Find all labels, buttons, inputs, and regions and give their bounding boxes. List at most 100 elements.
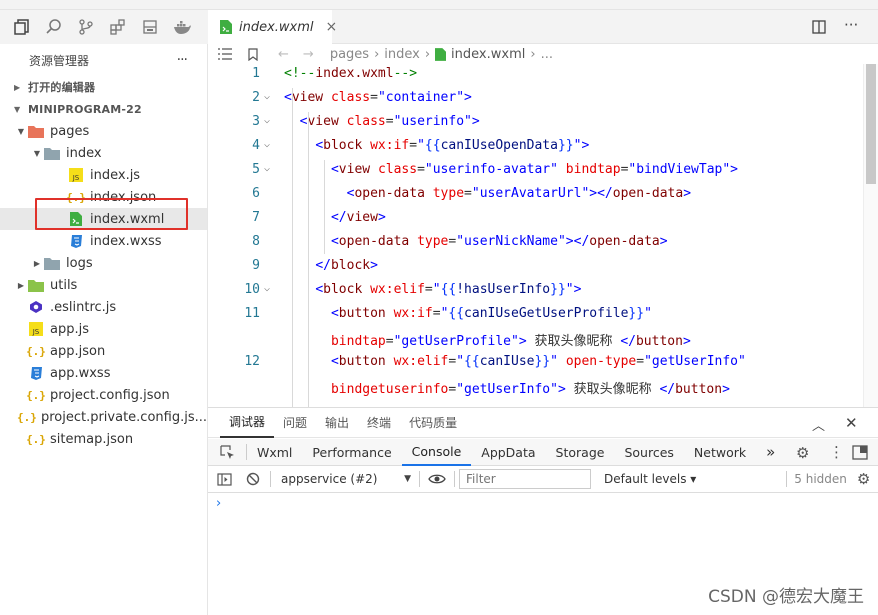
open-editors-label: 打开的编辑器: [28, 81, 96, 94]
svg-text:JS: JS: [72, 174, 80, 182]
tab-index-wxml[interactable]: index.wxml ×: [208, 10, 337, 44]
filter-input[interactable]: [459, 469, 591, 489]
tree-item-eslintrc-js[interactable]: .eslintrc.js: [0, 296, 207, 318]
code-line: <view class="container">: [284, 90, 472, 105]
context-label: appservice (#2): [281, 472, 378, 486]
tab-code-quality[interactable]: 代码质量: [400, 408, 466, 438]
tab-console[interactable]: Console: [401, 439, 472, 466]
extensions-icon[interactable]: [104, 13, 132, 41]
breadcrumb-item[interactable]: ...: [541, 47, 553, 62]
explorer-sidebar: 资源管理器 ··· ▶ 打开的编辑器 ▼ MINIPROGRAM-22 ▼ pag…: [0, 44, 208, 615]
tree-item-app-js[interactable]: JS app.js: [0, 318, 207, 340]
folder-utils-icon: [28, 277, 44, 293]
split-editor-icon[interactable]: [812, 20, 826, 38]
line-number: 9: [252, 258, 260, 273]
console-toolbar: appservice (#2) ▼ Default levels ▾ 5 hid…: [208, 466, 878, 493]
tab-terminal[interactable]: 终端: [358, 408, 400, 438]
chevron-right-icon: ▶: [33, 258, 41, 268]
tree-item-index-js[interactable]: JS index.js: [0, 164, 207, 186]
tab-debugger[interactable]: 调试器: [220, 408, 275, 438]
tab-wxml[interactable]: Wxml: [247, 439, 302, 466]
json-file-icon: {.}: [17, 410, 37, 424]
editor-scroll-thumb[interactable]: [866, 64, 876, 184]
back-arrow-icon[interactable]: ←: [278, 47, 289, 62]
sidebar-toggle-icon[interactable]: [217, 472, 232, 486]
tree-item-index[interactable]: ▼ index: [0, 142, 207, 164]
line-number: 1: [252, 66, 260, 81]
line-number: 6: [252, 186, 260, 201]
dropdown-arrow-icon: ▼: [404, 474, 411, 484]
line-number: 3: [252, 114, 260, 129]
code-line: <button wx:elif="{{canIUse}}" open-type=…: [330, 354, 746, 369]
tab-appdata[interactable]: AppData: [471, 439, 545, 466]
tab-performance[interactable]: Performance: [302, 439, 401, 466]
line-number: 4: [252, 138, 260, 153]
clear-console-icon[interactable]: [246, 472, 260, 486]
tree-item-label: app.json: [50, 343, 106, 359]
tab-network[interactable]: Network: [684, 439, 756, 466]
open-editors-section[interactable]: ▶ 打开的编辑器: [0, 76, 207, 98]
tree-item-label: index.wxss: [90, 233, 162, 249]
code-line: <block wx:if="{{canIUseOpenData}}">: [315, 138, 590, 153]
tree-item-utils[interactable]: ▶ utils: [0, 274, 207, 296]
tree-item-label: project.private.config.js...: [40, 409, 207, 425]
chevron-right-icon: ›: [530, 46, 536, 62]
console-prompt[interactable]: ›: [216, 496, 221, 511]
breadcrumb-item[interactable]: pages: [330, 47, 369, 62]
kebab-menu-icon[interactable]: ⋮: [829, 443, 844, 461]
tab-sources[interactable]: Sources: [614, 439, 683, 466]
breadcrumb-item[interactable]: index: [384, 47, 420, 62]
tree-item-sitemap-json[interactable]: {.} sitemap.json: [0, 428, 207, 450]
tab-problems[interactable]: 问题: [274, 408, 316, 438]
tree-item-pages[interactable]: ▼ pages: [0, 120, 207, 142]
more-actions-button[interactable]: ···: [177, 52, 188, 68]
gear-icon[interactable]: ⚙: [796, 444, 809, 462]
source-control-icon[interactable]: [72, 13, 100, 41]
divider: [454, 471, 455, 487]
inspect-icon[interactable]: [208, 444, 246, 460]
bookmark-icon[interactable]: [248, 47, 260, 61]
code-editor[interactable]: 1 <!--index.wxml--> 2 ⌵ <view class="contain…: [208, 64, 863, 407]
breadcrumb-item[interactable]: index.wxml: [451, 47, 525, 62]
context-select[interactable]: appservice (#2) ▼: [281, 472, 411, 486]
tree-item-label: logs: [66, 255, 93, 271]
search-icon[interactable]: [40, 13, 68, 41]
tree-item-app-json[interactable]: {.} app.json: [0, 340, 207, 362]
fold-chevron-icon[interactable]: ⌵: [264, 139, 270, 150]
more-tabs-button[interactable]: »: [756, 439, 785, 466]
tree-item-project-config-json[interactable]: {.} project.config.json: [0, 384, 207, 406]
fold-chevron-icon[interactable]: ⌵: [264, 163, 270, 174]
devtools-panel: 调试器 问题 输出 终端 代码质量 ︿ ✕ Wxml Performance C…: [208, 407, 878, 615]
log-levels-select[interactable]: Default levels ▾: [604, 472, 696, 486]
tree-item-index-wxss[interactable]: index.wxss: [0, 230, 207, 252]
chevron-up-icon[interactable]: ︿: [812, 415, 825, 434]
tab-output[interactable]: 输出: [316, 408, 358, 438]
wxss-file-icon: [68, 233, 84, 249]
dock-icon[interactable]: [852, 445, 868, 463]
files-icon[interactable]: [8, 13, 36, 41]
close-icon[interactable]: ✕: [845, 414, 858, 432]
tree-item-app-wxss[interactable]: app.wxss: [0, 362, 207, 384]
tree-item-logs[interactable]: ▶ logs: [0, 252, 207, 274]
devtools-panel-tabs: Wxml Performance Console AppData Storage…: [208, 439, 878, 466]
gear-icon[interactable]: ⚙: [857, 470, 870, 488]
close-icon[interactable]: ×: [326, 19, 338, 35]
code-line: <view class="userinfo-avatar" bindtap="b…: [330, 162, 738, 177]
chevron-down-icon: ▼: [17, 126, 25, 136]
chevron-down-icon: ▼: [33, 148, 41, 158]
tree-item-label: project.config.json: [50, 387, 170, 403]
tree-item-project-private-config-js[interactable]: {.} project.private.config.js...: [0, 406, 207, 428]
fold-chevron-icon[interactable]: ⌵: [264, 115, 270, 126]
more-icon[interactable]: ···: [844, 16, 858, 34]
line-number: 7: [252, 210, 260, 225]
fold-chevron-icon[interactable]: ⌵: [264, 91, 270, 102]
tab-storage[interactable]: Storage: [546, 439, 615, 466]
docker-icon[interactable]: [168, 13, 196, 41]
storage-icon[interactable]: [136, 13, 164, 41]
forward-arrow-icon[interactable]: →: [303, 47, 314, 62]
outline-icon[interactable]: [218, 48, 232, 60]
eye-icon[interactable]: [428, 473, 446, 485]
project-section[interactable]: ▼ MINIPROGRAM-22: [0, 98, 207, 120]
fold-chevron-icon[interactable]: ⌵: [264, 283, 270, 294]
chevron-down-icon: ▼: [14, 104, 21, 114]
